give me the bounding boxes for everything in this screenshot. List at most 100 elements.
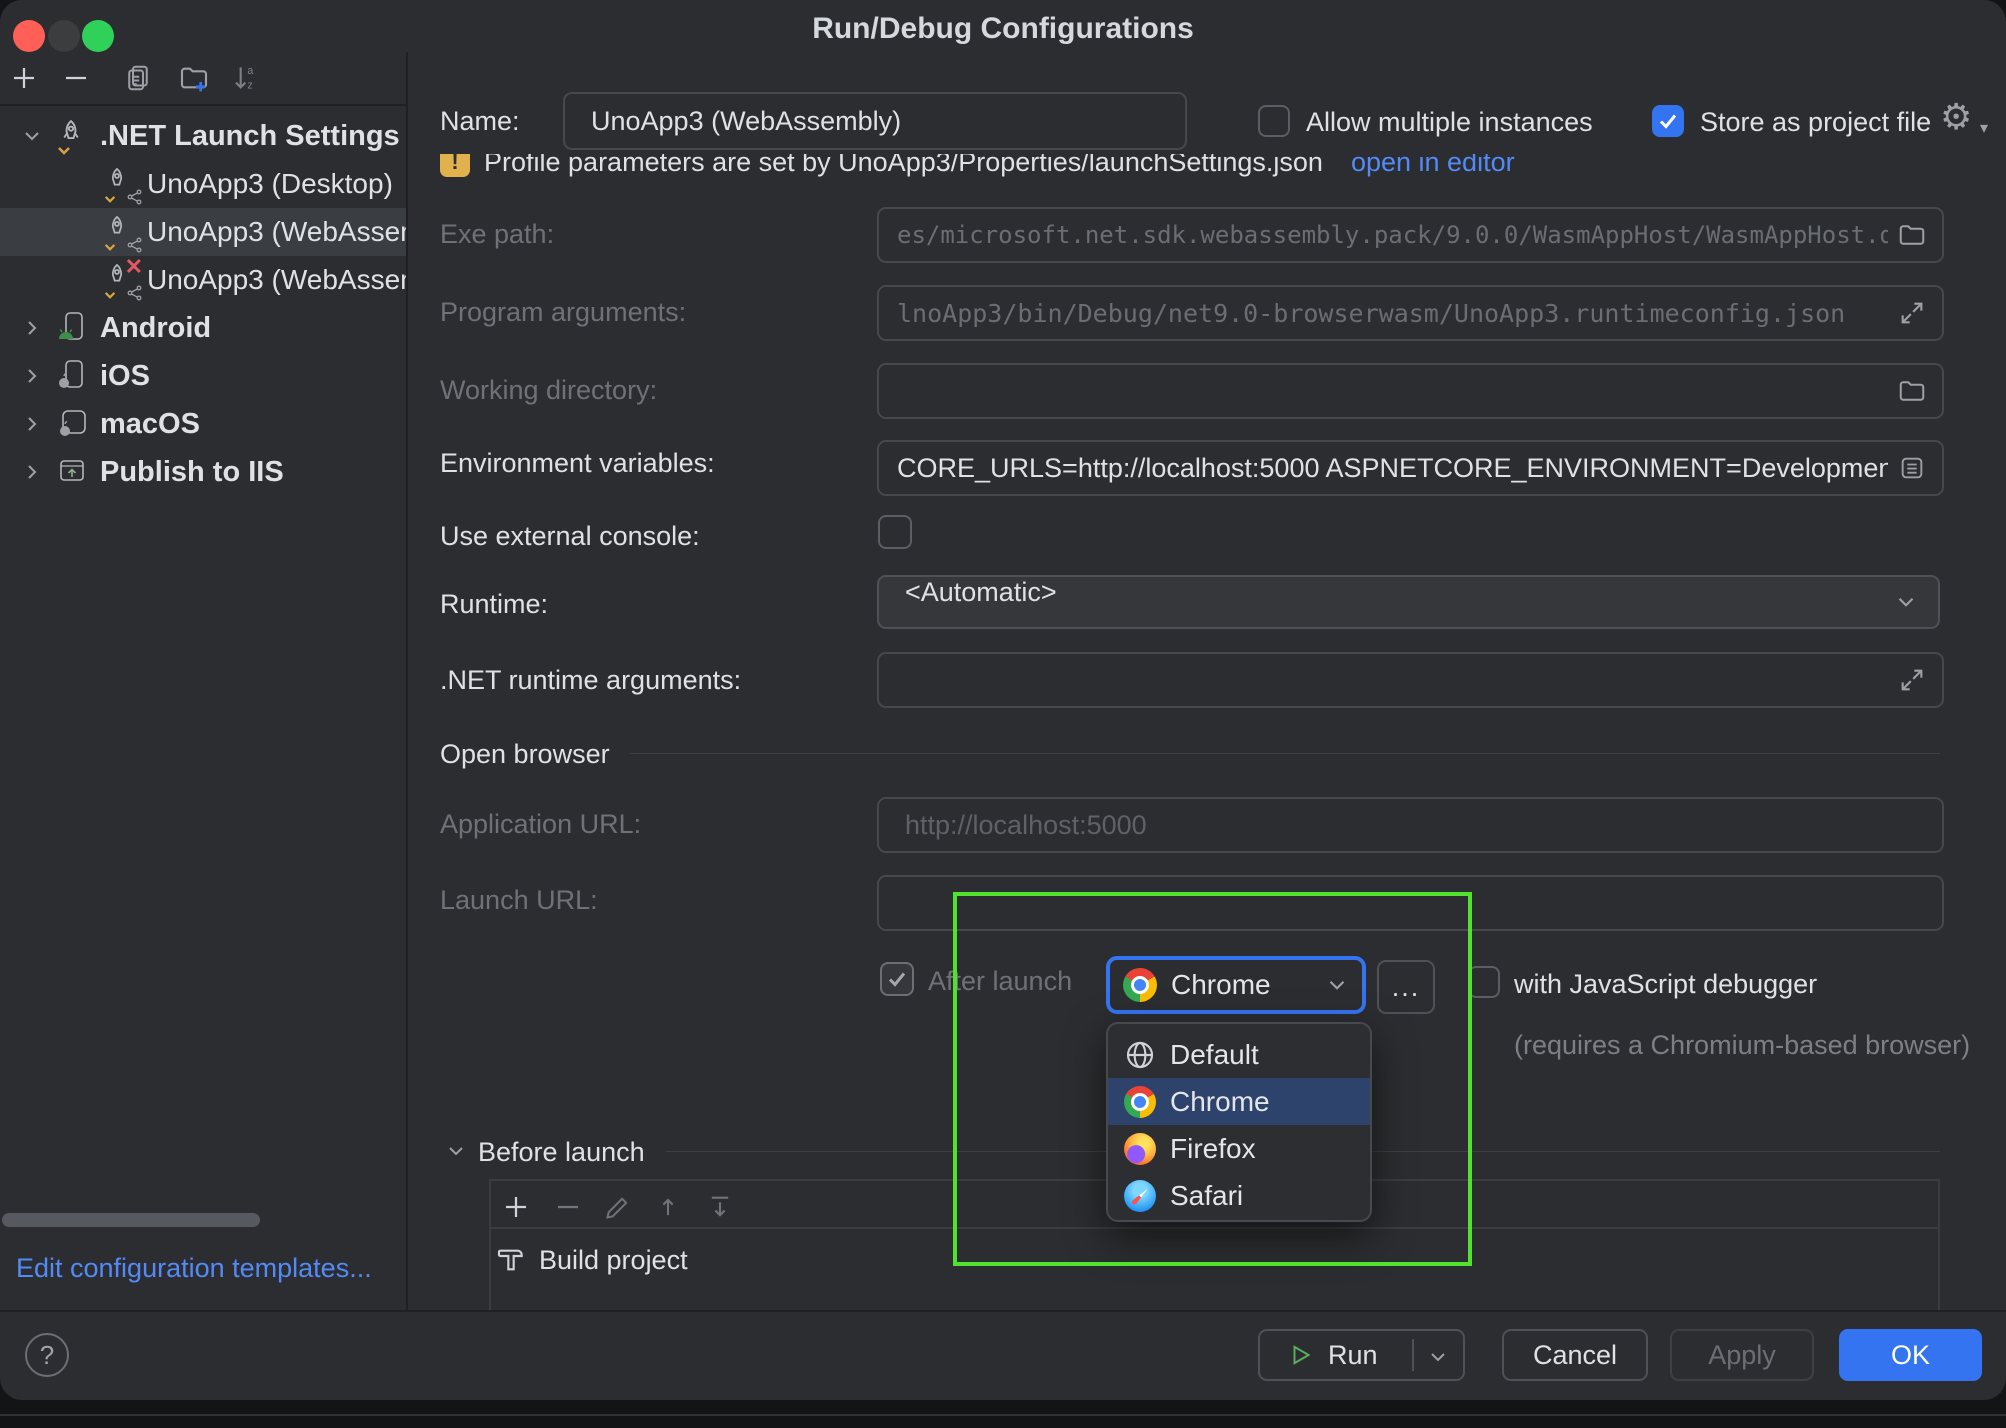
sort-icon[interactable]: a z [228, 60, 264, 96]
add-task-icon[interactable] [499, 1190, 533, 1224]
folder-icon[interactable] [1896, 375, 1928, 407]
copy-configuration-icon[interactable] [120, 60, 156, 96]
chevron-right-icon[interactable] [20, 460, 44, 484]
hammer-icon [495, 1244, 527, 1276]
tree-item-macos[interactable]: macOS [0, 400, 406, 448]
globe-icon [1124, 1039, 1156, 1071]
tree-item-unoapp3-desktop[interactable]: UnoApp3 (Desktop) [0, 160, 406, 208]
tree-item-publish-to-iis[interactable]: Publish to IIS [0, 448, 406, 496]
launch-url-input[interactable] [877, 875, 1944, 931]
before-launch-task-row[interactable]: Build project [495, 1244, 688, 1276]
popup-item-chrome[interactable]: Chrome [1108, 1078, 1370, 1125]
working-directory-value [879, 365, 1888, 417]
js-debugger-checkbox[interactable] [1468, 966, 1500, 998]
popup-item-safari[interactable]: Safari [1108, 1172, 1370, 1219]
popup-item-firefox[interactable]: Firefox [1108, 1125, 1370, 1172]
tree-item-label: UnoApp3 (WebAssembl [147, 264, 406, 296]
help-button[interactable]: ? [25, 1333, 69, 1377]
exe-path-input[interactable]: es/microsoft.net.sdk.webassembly.pack/9.… [877, 207, 1944, 263]
run-config-icon [103, 214, 139, 250]
launch-profile-icon [56, 118, 92, 154]
runtime-label: Runtime: [440, 589, 548, 620]
ok-button[interactable]: OK [1839, 1329, 1982, 1381]
list-icon[interactable] [1896, 452, 1928, 484]
name-value: UnoApp3 (WebAssembly) [565, 94, 1175, 148]
new-folder-icon[interactable] [176, 60, 212, 96]
run-button[interactable]: Run [1258, 1329, 1465, 1381]
sidebar-toolbar: a z [0, 52, 406, 104]
check-icon [1657, 110, 1679, 132]
tree-item-unoapp3-webassembly-error[interactable]: ✕ UnoApp3 (WebAssembl [0, 256, 406, 304]
run-play-icon [1288, 1342, 1314, 1368]
edit-configuration-templates-link[interactable]: Edit configuration templates... [16, 1253, 372, 1284]
chevron-down-icon[interactable] [20, 124, 44, 148]
program-arguments-input[interactable]: lnoApp3/bin/Debug/net9.0-browserwasm/Uno… [877, 285, 1944, 341]
application-url-input[interactable]: http://localhost:5000 [877, 797, 1944, 853]
name-label: Name: [440, 106, 520, 137]
chevron-right-icon[interactable] [20, 364, 44, 388]
launch-settings-warning: ! Profile parameters are set by UnoApp3/… [440, 154, 1580, 196]
working-directory-input[interactable] [877, 363, 1944, 419]
exe-path-value: es/microsoft.net.sdk.webassembly.pack/9.… [879, 209, 1888, 261]
launch-url-label: Launch URL: [440, 885, 598, 916]
gear-chevron-icon: ▾ [1980, 118, 1988, 138]
add-configuration-icon[interactable] [6, 60, 42, 96]
tree-item-android[interactable]: Android [0, 304, 406, 352]
tree-item-unoapp3-webassembly-selected[interactable]: UnoApp3 (WebAssembl [0, 208, 406, 256]
run-chevron-down-icon[interactable] [1426, 1345, 1450, 1369]
folder-icon[interactable] [1896, 219, 1928, 251]
remove-task-icon[interactable] [551, 1190, 585, 1224]
tree-item-ios[interactable]: iOS [0, 352, 406, 400]
tree-item-label: UnoApp3 (WebAssembl [147, 216, 406, 248]
move-up-icon[interactable] [651, 1190, 685, 1224]
browser-select-value: Chrome [1171, 969, 1271, 1001]
before-launch-header: Before launch [478, 1137, 645, 1168]
open-browser-header: Open browser [440, 739, 610, 770]
application-url-label: Application URL: [440, 809, 641, 840]
chevron-right-icon[interactable] [20, 412, 44, 436]
tree-item-label: .NET Launch Settings Pr [100, 120, 406, 153]
use-external-console-label: Use external console: [440, 521, 700, 552]
name-input[interactable]: UnoApp3 (WebAssembly) [563, 92, 1187, 150]
working-directory-label: Working directory: [440, 375, 657, 406]
open-in-editor-link[interactable]: open in editor [1351, 154, 1515, 178]
dotnet-runtime-arguments-label: .NET runtime arguments: [440, 665, 741, 696]
run-button-label: Run [1328, 1340, 1378, 1371]
expand-icon[interactable] [1896, 664, 1928, 696]
store-as-project-file-checkbox[interactable] [1652, 105, 1684, 137]
macos-icon [56, 406, 92, 442]
browser-dropdown-popup: Default Chrome Firefox Safari [1106, 1022, 1372, 1222]
environment-variables-input[interactable]: CORE_URLS=http://localhost:5000 ASPNETCO… [877, 440, 1944, 496]
horizontal-scrollbar[interactable] [2, 1213, 260, 1227]
cancel-button[interactable]: Cancel [1502, 1329, 1648, 1381]
after-launch-checkbox[interactable] [880, 962, 914, 996]
edit-task-icon[interactable] [601, 1190, 635, 1224]
expand-icon[interactable] [1896, 297, 1928, 329]
apply-button[interactable]: Apply [1670, 1329, 1814, 1381]
remove-configuration-icon[interactable] [58, 60, 94, 96]
js-debugger-label: with JavaScript debugger [1514, 969, 1817, 1000]
popup-item-default[interactable]: Default [1108, 1031, 1370, 1078]
popup-item-label: Default [1170, 1039, 1259, 1071]
dotnet-runtime-arguments-input[interactable] [877, 652, 1944, 708]
ios-icon [56, 358, 92, 394]
browser-select[interactable]: Chrome [1106, 956, 1366, 1014]
allow-multiple-instances-checkbox[interactable] [1258, 105, 1290, 137]
svg-text:a: a [247, 65, 253, 77]
chevron-down-icon[interactable] [444, 1139, 468, 1163]
tree-item-label: macOS [100, 408, 200, 441]
popup-item-label: Firefox [1170, 1133, 1256, 1165]
popup-item-label: Safari [1170, 1180, 1243, 1212]
browse-browsers-button[interactable]: ... [1377, 960, 1435, 1014]
after-launch-label: After launch [928, 966, 1072, 997]
use-external-console-checkbox[interactable] [878, 515, 912, 549]
runtime-select[interactable]: <Automatic> [877, 575, 1940, 629]
js-debugger-note: (requires a Chromium-based browser) [1514, 1030, 1970, 1061]
firefox-icon [1124, 1133, 1156, 1165]
chevron-right-icon[interactable] [20, 316, 44, 340]
program-arguments-label: Program arguments: [440, 297, 686, 328]
allow-multiple-instances-label: Allow multiple instances [1306, 107, 1593, 138]
move-down-icon[interactable] [703, 1190, 737, 1224]
gear-icon[interactable]: ⚙︎ [1940, 96, 1972, 138]
tree-item-dotnet-launch-settings[interactable]: .NET Launch Settings Pr [0, 112, 406, 160]
